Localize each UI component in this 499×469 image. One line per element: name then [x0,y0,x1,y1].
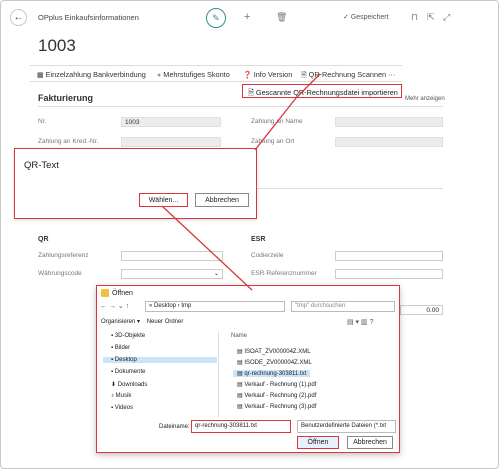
arrow-line [254,73,321,151]
arrow-line [161,205,253,291]
callout-arrows [161,73,321,291]
